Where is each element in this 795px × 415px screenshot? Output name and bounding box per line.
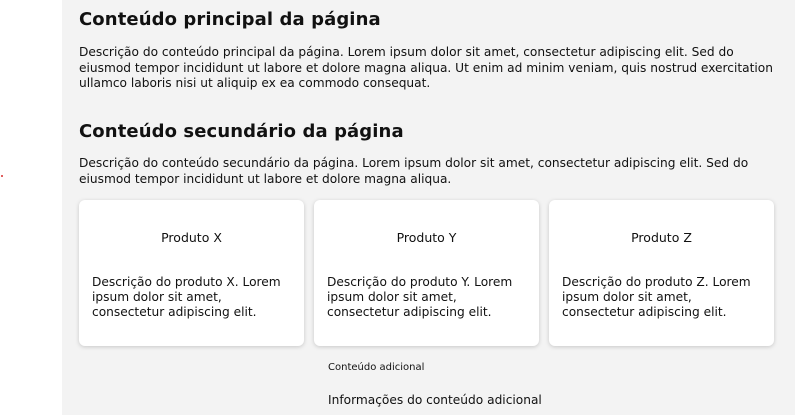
product-card-title: Produto Z [631, 230, 692, 245]
product-card-z: Produto Z Descrição do produto Z. Lorem … [549, 200, 774, 346]
secondary-section-description: Descrição do conteúdo secundário da pági… [79, 156, 749, 186]
product-card-list: Produto X Descrição do produto X. Lorem … [79, 200, 774, 346]
main-content: Conteúdo principal da página Descrição d… [62, 0, 795, 415]
product-card-title: Produto Y [396, 230, 457, 245]
product-card-description: Descrição do produto Z. Lorem ipsum dolo… [562, 275, 751, 319]
product-card-title: Produto X [161, 230, 222, 245]
stray-dot [1, 175, 3, 177]
additional-content-title: Conteúdo adicional [328, 362, 425, 373]
left-blank-area [0, 0, 62, 415]
main-section-title: Conteúdo principal da página [79, 9, 381, 30]
main-section-description: Descrição do conteúdo principal da págin… [79, 45, 773, 90]
product-card-x: Produto X Descrição do produto X. Lorem … [79, 200, 304, 346]
secondary-section-title: Conteúdo secundário da página [79, 121, 404, 142]
additional-content-info: Informações do conteúdo adicional [328, 393, 542, 407]
product-card-description: Descrição do produto X. Lorem ipsum dolo… [92, 275, 281, 319]
product-card-description: Descrição do produto Y. Lorem ipsum dolo… [327, 275, 513, 319]
product-card-y: Produto Y Descrição do produto Y. Lorem … [314, 200, 539, 346]
